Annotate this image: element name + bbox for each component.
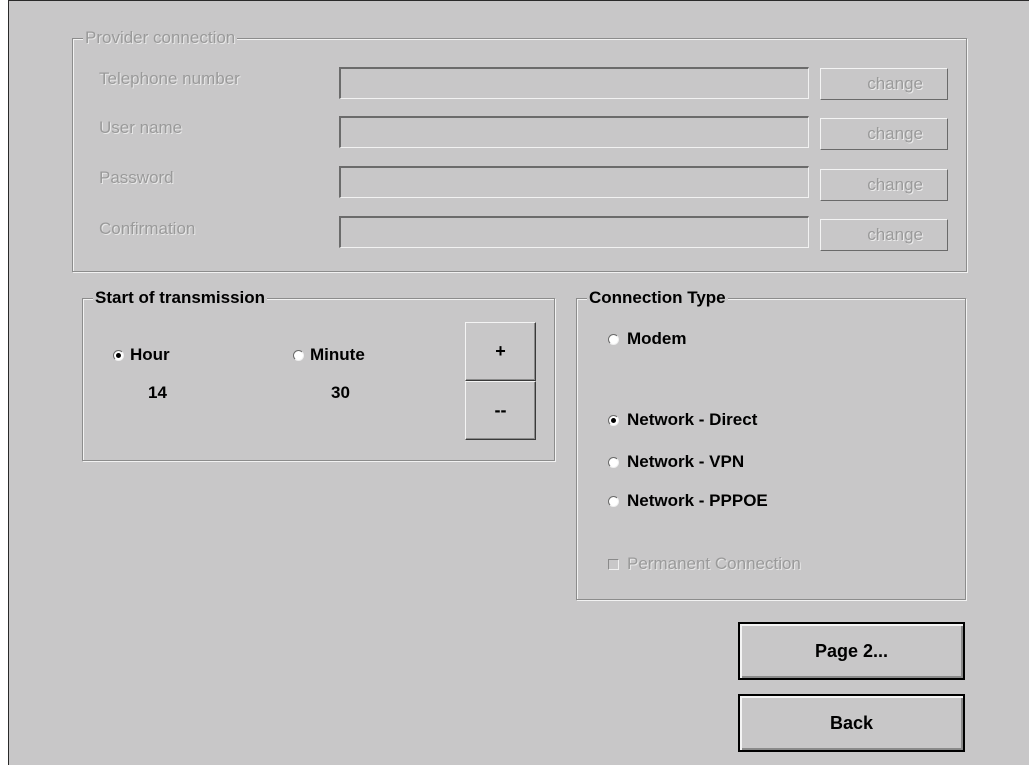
user-name-change-button[interactable]: change	[820, 118, 948, 150]
confirmation-field	[339, 216, 809, 248]
start-of-transmission-title: Start of transmission	[93, 288, 268, 308]
network-direct-radio[interactable]	[608, 415, 619, 426]
network-direct-label[interactable]: Network - Direct	[627, 410, 757, 430]
increment-button[interactable]: +	[465, 322, 536, 381]
hour-label[interactable]: Hour	[130, 345, 170, 365]
modem-label[interactable]: Modem	[627, 329, 687, 349]
telephone-number-field	[339, 67, 809, 99]
user-name-label: User name	[99, 118, 183, 137]
network-vpn-label[interactable]: Network - VPN	[627, 452, 744, 472]
provider-connection-title: Provider connection	[83, 28, 238, 48]
permanent-connection-checkbox	[608, 559, 619, 570]
user-name-field	[339, 116, 809, 148]
minute-value: 30	[331, 383, 350, 402]
decrement-button[interactable]: --	[465, 381, 536, 440]
hour-radio[interactable]	[113, 350, 124, 361]
telephone-number-label: Telephone number	[99, 69, 240, 88]
settings-panel: Provider connection Telephone number cha…	[8, 0, 1029, 765]
network-vpn-radio[interactable]	[608, 457, 619, 468]
password-change-button[interactable]: change	[820, 169, 948, 201]
password-label: Password	[99, 168, 174, 187]
telephone-change-button[interactable]: change	[820, 68, 948, 100]
modem-radio[interactable]	[608, 334, 619, 345]
confirmation-change-button[interactable]: change	[820, 219, 948, 251]
back-button[interactable]: Back	[738, 694, 965, 752]
network-pppoe-label[interactable]: Network - PPPOE	[627, 491, 768, 511]
minute-radio[interactable]	[293, 350, 304, 361]
password-field	[339, 166, 809, 198]
permanent-connection-label: Permanent Connection	[627, 554, 801, 573]
connection-type-title: Connection Type	[587, 288, 728, 308]
hour-value: 14	[148, 383, 167, 402]
minute-label[interactable]: Minute	[310, 345, 365, 365]
page-2-button[interactable]: Page 2...	[738, 622, 965, 680]
confirmation-label: Confirmation	[99, 219, 196, 238]
network-pppoe-radio[interactable]	[608, 496, 619, 507]
